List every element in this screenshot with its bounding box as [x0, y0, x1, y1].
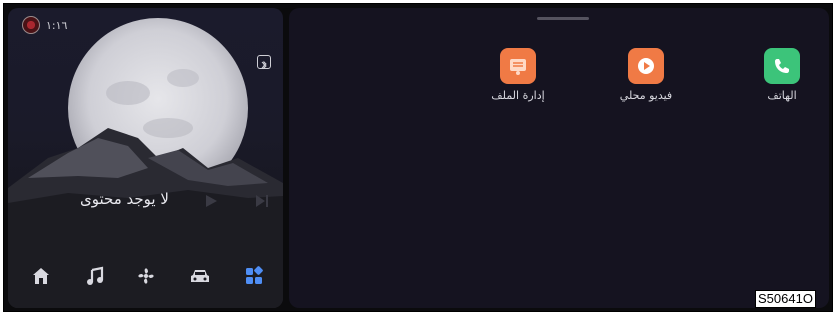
app-file-manager[interactable]: إدارة الملف: [478, 48, 558, 102]
fan-icon: [138, 268, 154, 284]
play-button[interactable]: [203, 193, 219, 213]
phone-icon: [764, 48, 800, 84]
app-label: فيديو محلي: [619, 89, 673, 102]
brand-logo-icon: [22, 16, 40, 34]
dock-fan-button[interactable]: [132, 262, 160, 290]
home-icon: [33, 268, 49, 284]
play-icon: [206, 195, 217, 207]
dock-bar: [8, 258, 283, 294]
app-label: الهاتف: [767, 89, 797, 102]
next-track-button[interactable]: [254, 193, 270, 213]
status-bar: ١:١٦: [22, 14, 67, 36]
apps-grid-icon: [246, 266, 263, 284]
local-video-icon: [628, 48, 664, 84]
bluetooth-icon: [257, 55, 271, 70]
dock-music-button[interactable]: [81, 262, 109, 290]
app-label: إدارة الملف: [491, 89, 545, 102]
no-content-text: لا يوجد محتوى: [80, 190, 169, 208]
dock-car-button[interactable]: [186, 262, 214, 290]
media-card[interactable]: ١:١٦ لا يوجد محتوى: [8, 8, 283, 308]
status-time: ١:١٦: [46, 18, 68, 32]
drag-handle[interactable]: [537, 17, 589, 20]
car-icon: [191, 270, 209, 282]
figure-code: S50641O: [755, 290, 816, 308]
music-note-icon: [87, 266, 104, 285]
app-local-video[interactable]: فيديو محلي: [606, 48, 686, 102]
apps-panel: إدارة الملف فيديو محلي الهاتف: [289, 8, 829, 308]
file-manager-icon: [500, 48, 536, 84]
dock-apps-button[interactable]: [240, 262, 268, 290]
app-phone[interactable]: الهاتف: [742, 48, 822, 102]
next-track-icon: [256, 195, 268, 207]
dock-home-button[interactable]: [27, 262, 55, 290]
